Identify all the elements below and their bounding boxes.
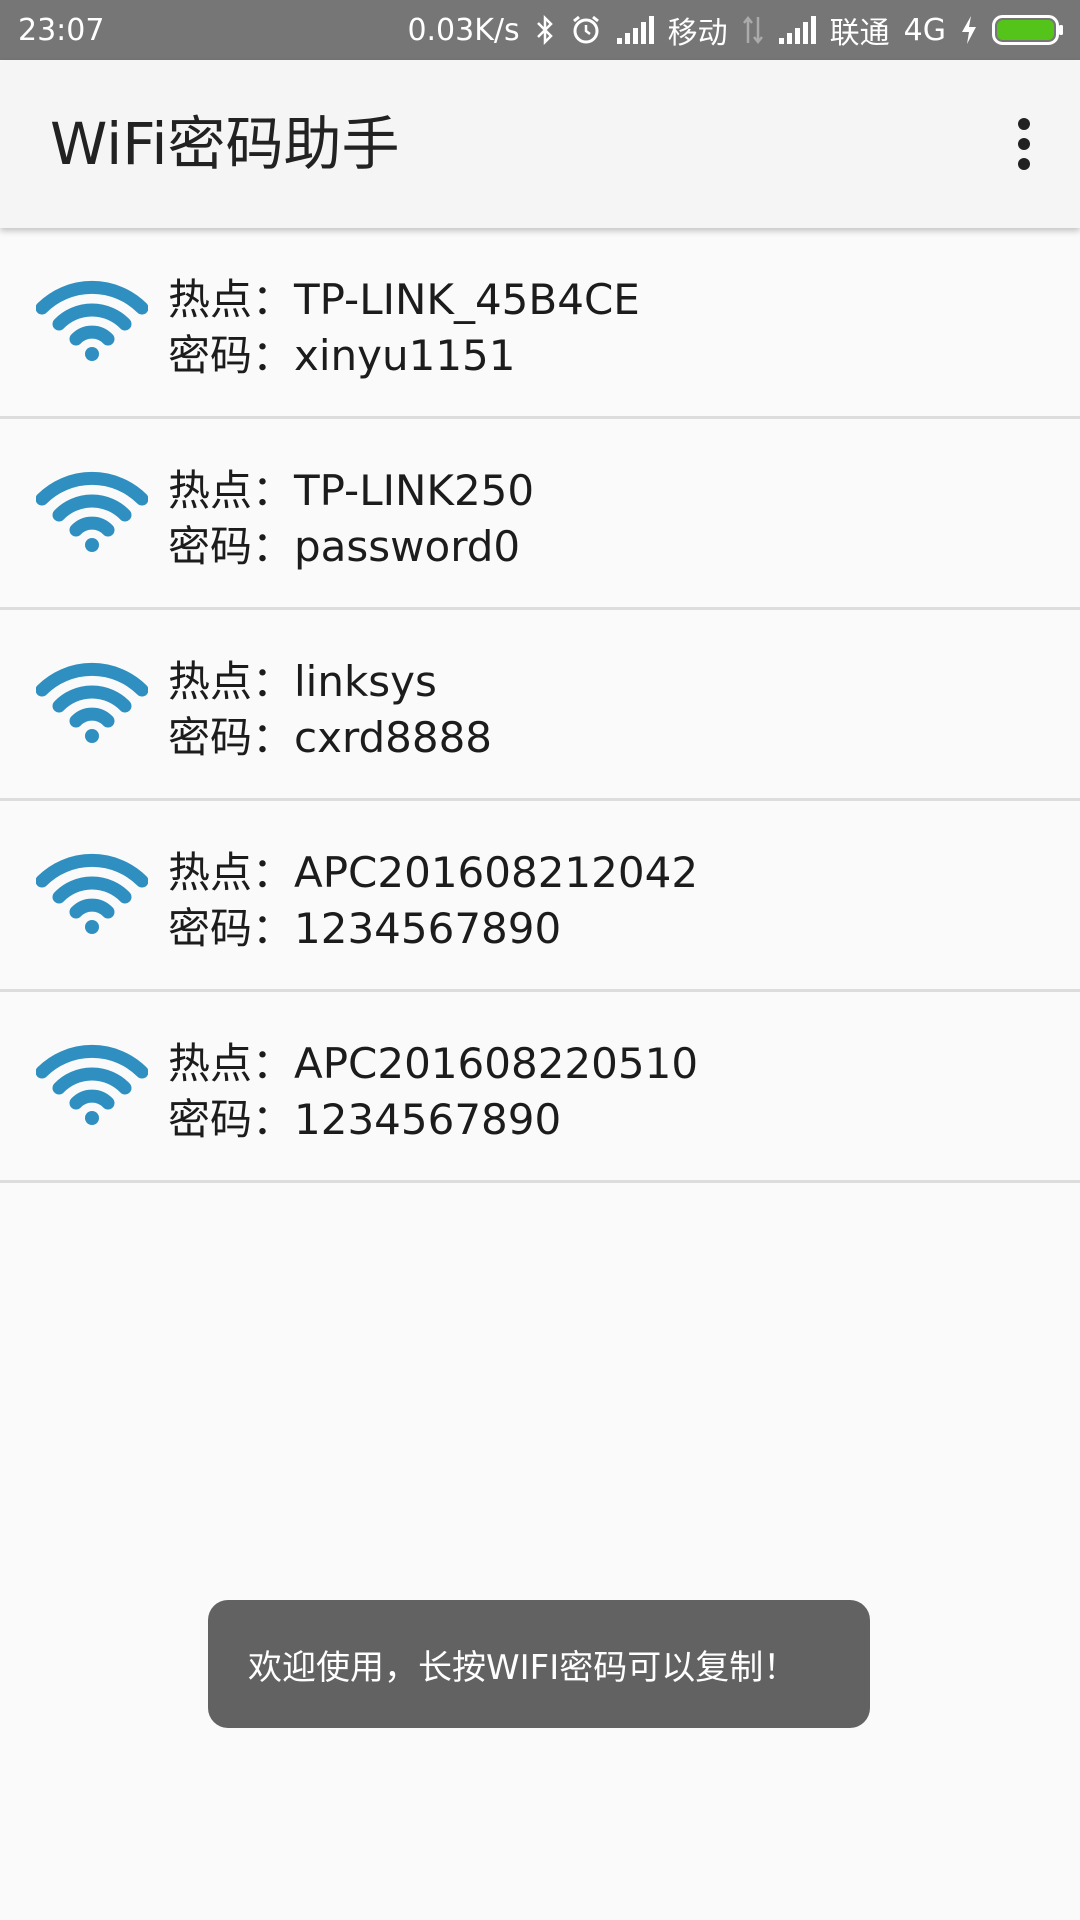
signal-icon: [778, 16, 816, 44]
battery-level: [997, 20, 1054, 40]
signal-icon: [616, 16, 654, 44]
hotspot-label: 热点：: [168, 657, 295, 706]
menu-dot: [1018, 118, 1030, 130]
bluetooth-icon: [534, 15, 556, 45]
password-value[interactable]: xinyu1151: [294, 331, 516, 380]
password-line[interactable]: 密码：1234567890: [168, 1092, 561, 1148]
wifi-list-item[interactable]: 热点：linksys 密码：cxrd8888: [0, 610, 1080, 801]
hotspot-label: 热点：: [168, 1039, 295, 1088]
hotspot-line: 热点：TP-LINK250: [168, 463, 534, 519]
data-arrows-icon: [742, 15, 764, 45]
hotspot-label: 热点：: [168, 275, 295, 324]
wifi-icon: [36, 853, 148, 934]
wifi-list: 热点：TP-LINK_45B4CE 密码：xinyu1151 热点：TP-LIN…: [0, 228, 1080, 1183]
wifi-icon: [36, 662, 148, 743]
wifi-icon: [36, 280, 148, 361]
alarm-icon: [570, 14, 602, 46]
password-label: 密码：: [168, 904, 295, 953]
wifi-list-item[interactable]: 热点：TP-LINK250 密码：password0: [0, 419, 1080, 610]
status-indicators: 0.03K/s 移动 联通 4G: [407, 8, 1064, 52]
more-vert-icon[interactable]: [992, 112, 1056, 176]
password-label: 密码：: [168, 713, 295, 762]
password-line[interactable]: 密码：cxrd8888: [168, 710, 492, 766]
hotspot-line: 热点：TP-LINK_45B4CE: [168, 272, 640, 328]
status-time: 23:07: [18, 12, 105, 48]
password-label: 密码：: [168, 331, 295, 380]
password-line[interactable]: 密码：password0: [168, 519, 520, 575]
hotspot-line: 热点：linksys: [168, 654, 437, 710]
toast-message: 欢迎使用，长按WIFI密码可以复制！: [208, 1600, 870, 1728]
wifi-list-item[interactable]: 热点：APC201608220510 密码：1234567890: [0, 992, 1080, 1183]
net-speed: 0.03K/s: [407, 12, 520, 48]
wifi-list-item[interactable]: 热点：TP-LINK_45B4CE 密码：xinyu1151: [0, 228, 1080, 419]
hotspot-line: 热点：APC201608212042: [168, 845, 698, 901]
toast-text: 欢迎使用，长按WIFI密码可以复制！: [248, 1647, 798, 1688]
ssid-value: APC201608220510: [294, 1039, 699, 1088]
menu-dot: [1018, 138, 1030, 150]
password-label: 密码：: [168, 1095, 295, 1144]
password-value[interactable]: 1234567890: [294, 904, 561, 953]
ssid-value: TP-LINK250: [294, 466, 535, 515]
ssid-value: TP-LINK_45B4CE: [294, 275, 640, 324]
app-bar: WiFi密码助手: [0, 60, 1080, 228]
ssid-value: APC201608212042: [294, 848, 699, 897]
carrier1-label: 移动: [667, 16, 728, 51]
wifi-icon: [36, 471, 148, 552]
password-value[interactable]: cxrd8888: [294, 713, 492, 762]
carrier2-label: 联通: [829, 16, 890, 51]
network-type: 4G: [903, 12, 946, 48]
battery-icon: [992, 15, 1064, 45]
wifi-icon: [36, 1044, 148, 1125]
ssid-value: linksys: [294, 657, 437, 706]
status-bar: 23:07 0.03K/s 移动 联通 4G: [0, 0, 1080, 60]
hotspot-label: 热点：: [168, 466, 295, 515]
password-line[interactable]: 密码：1234567890: [168, 901, 561, 957]
password-value[interactable]: 1234567890: [294, 1095, 561, 1144]
hotspot-line: 热点：APC201608220510: [168, 1036, 698, 1092]
password-line[interactable]: 密码：xinyu1151: [168, 328, 516, 384]
hotspot-label: 热点：: [168, 848, 295, 897]
wifi-list-item[interactable]: 热点：APC201608212042 密码：1234567890: [0, 801, 1080, 992]
menu-dot: [1018, 158, 1030, 170]
app-title: WiFi密码助手: [50, 110, 400, 178]
charging-icon: [960, 15, 978, 45]
password-label: 密码：: [168, 522, 295, 571]
password-value[interactable]: password0: [294, 522, 520, 571]
